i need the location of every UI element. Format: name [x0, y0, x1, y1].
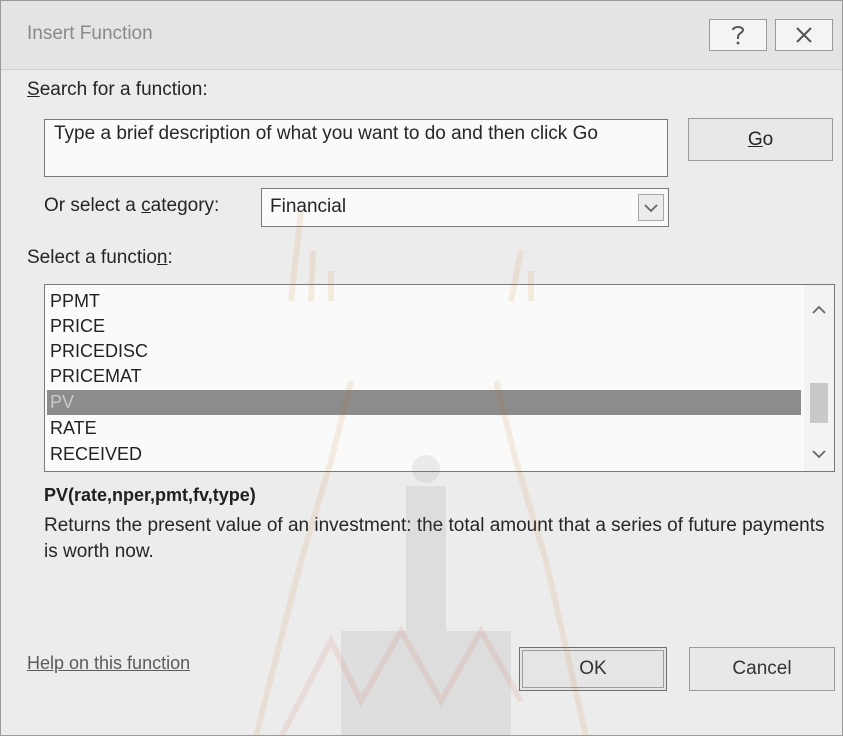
function-signature: PV(rate,nper,pmt,fv,type)	[44, 485, 256, 505]
search-label: Search for a function:	[27, 79, 208, 101]
function-list[interactable]: PPMT PRICE PRICEDISC PRICEMAT PV RATE RE…	[44, 284, 835, 472]
cancel-button[interactable]: Cancel	[689, 647, 835, 691]
go-label-text: o	[762, 128, 774, 150]
help-on-function-link[interactable]: Help on this function	[27, 653, 190, 674]
go-button[interactable]: Go	[688, 118, 833, 161]
function-list-label: Select a function:	[27, 247, 173, 269]
category-selected-value: Financial	[270, 196, 347, 217]
category-dropdown[interactable]: Financial	[261, 188, 669, 227]
category-dropdown-button[interactable]	[638, 194, 664, 221]
ok-button[interactable]: OK	[519, 647, 667, 691]
close-button[interactable]	[775, 19, 833, 51]
search-input[interactable]: Type a brief description of what you wan…	[44, 119, 668, 177]
function-list-label-prefix: Select a functio	[27, 247, 157, 268]
function-list-item[interactable]: PRICEMAT	[47, 364, 801, 389]
function-description: Returns the present value of an investme…	[44, 515, 825, 562]
function-list-item[interactable]: PV	[47, 390, 801, 415]
function-list-item[interactable]: PRICE	[47, 314, 801, 339]
function-list-item[interactable]: PPMT	[47, 289, 801, 314]
function-list-item[interactable]: RATE	[47, 416, 801, 441]
function-list-item[interactable]: RECEIVED	[47, 442, 801, 467]
search-label-text: earch for a function:	[39, 79, 208, 100]
chevron-up-icon	[812, 305, 826, 314]
function-list-label-text: :	[167, 247, 173, 268]
help-button[interactable]	[709, 19, 767, 51]
category-label: Or select a category:	[44, 195, 219, 217]
chevron-down-icon	[644, 203, 658, 212]
category-label-accelerator: c	[141, 195, 151, 216]
function-list-label-accelerator: n	[156, 247, 168, 268]
title-bar: Insert Function	[1, 1, 842, 70]
search-label-accelerator: S	[27, 79, 40, 100]
insert-function-dialog: Insert Function Search for a function: T…	[0, 0, 843, 736]
function-list-item[interactable]: PRICEDISC	[47, 339, 801, 364]
category-label-text: ategory:	[150, 195, 220, 216]
category-label-prefix: Or select a	[44, 195, 142, 216]
scroll-up-button[interactable]	[808, 299, 830, 321]
list-scrollbar[interactable]	[804, 285, 834, 471]
close-icon	[796, 27, 812, 43]
scroll-down-button[interactable]	[808, 443, 830, 465]
scroll-thumb[interactable]	[810, 383, 828, 423]
chevron-down-icon	[812, 450, 826, 459]
question-icon	[732, 26, 745, 45]
go-accelerator: G	[747, 128, 763, 150]
dialog-title: Insert Function	[27, 23, 153, 44]
